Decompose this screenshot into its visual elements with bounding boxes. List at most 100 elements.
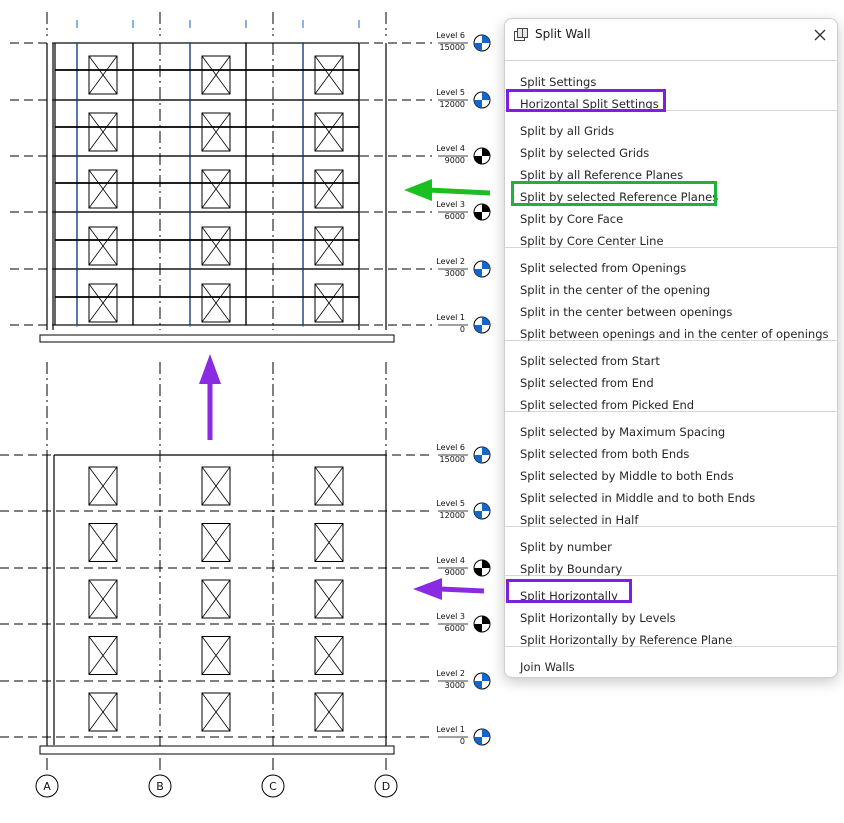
level-marker-quadrant [474, 455, 482, 463]
level-marker-icon [473, 559, 491, 577]
level-marker-icon [473, 728, 491, 746]
menu-item-split-selected-in-half[interactable]: Split selected in Half [520, 513, 638, 527]
window-opening [201, 169, 231, 209]
wall-segment [54, 155, 78, 213]
window-opening [201, 283, 231, 323]
level-marker-icon [473, 672, 491, 690]
window-opening [314, 523, 344, 562]
menu-item-split-selected-from-start[interactable]: Split selected from Start [520, 354, 660, 368]
arrow-shaft [427, 187, 491, 196]
window-opening [201, 579, 231, 619]
wall-segment [76, 99, 134, 157]
level-marker-quadrant [474, 511, 482, 519]
level-elevation: 12000 [440, 511, 465, 520]
menu-item-split-selected-by-middle-to-both-ends[interactable]: Split selected by Middle to both Ends [520, 469, 734, 483]
menu-item-split-horizontally-by-levels[interactable]: Split Horizontally by Levels [520, 611, 676, 625]
level-elevation: 9000 [445, 568, 465, 577]
grid-bubble: D [374, 774, 398, 798]
wall-segment [132, 99, 191, 157]
level-marker-icon [473, 91, 491, 109]
window-opening [201, 466, 231, 506]
wall-segment [245, 99, 304, 157]
level-name: Level 5 [436, 88, 465, 97]
close-icon[interactable] [809, 24, 831, 46]
window-opening [88, 169, 118, 209]
wall-segment [132, 155, 191, 213]
window-opening [314, 466, 344, 506]
menu-item-split-selected-by-maximum-spacing[interactable]: Split selected by Maximum Spacing [520, 425, 725, 439]
level-elevation: 9000 [445, 156, 465, 165]
level-marker-quadrant [482, 560, 490, 568]
level-marker-quadrant [474, 156, 482, 164]
window-opening [88, 55, 118, 95]
menu-item-split-by-all-reference-planes[interactable]: Split by all Reference Planes [520, 168, 683, 182]
wall-segment [54, 99, 78, 157]
window-opening [201, 112, 231, 152]
window-opening [201, 636, 231, 675]
level-marker-quadrant [474, 100, 482, 108]
menu-item-split-between-openings-and-in-the-center-of-openings[interactable]: Split between openings and in the center… [520, 327, 829, 341]
menu-item-split-selected-from-both-ends[interactable]: Split selected from both Ends [520, 447, 689, 461]
level-elevation: 3000 [445, 269, 465, 278]
menu-separator [505, 60, 837, 61]
menu-item-split-in-the-center-between-openings[interactable]: Split in the center between openings [520, 305, 732, 319]
level-elevation: 3000 [445, 681, 465, 690]
menu-item-split-horizontally[interactable]: Split Horizontally [520, 589, 618, 603]
menu-item-split-by-core-face[interactable]: Split by Core Face [520, 212, 623, 226]
purple-arrow-left-icon [413, 578, 485, 600]
menu-item-split-by-core-center-line[interactable]: Split by Core Center Line [520, 234, 664, 248]
split-wall-panel: Split Wall Split Settings Horizontal Spli… [504, 18, 838, 678]
window-opening [314, 692, 344, 732]
menu-item-split-selected-from-openings[interactable]: Split selected from Openings [520, 261, 686, 275]
grid-label: A [43, 780, 51, 793]
level-marker-quadrant [474, 568, 482, 576]
panel-title: Split Wall [535, 27, 591, 41]
window-opening [88, 112, 118, 152]
level-name: Level 2 [436, 257, 465, 266]
level-name: Level 1 [436, 313, 465, 322]
menu-item-split-by-all-grids[interactable]: Split by all Grids [520, 124, 614, 138]
level-marker-quadrant [482, 447, 490, 455]
window-opening [314, 283, 344, 323]
wall-segment [189, 155, 247, 213]
menu-item-split-by-number[interactable]: Split by number [520, 540, 612, 554]
level-marker-quadrant [474, 325, 482, 333]
purple-arrow-up-icon [199, 354, 221, 440]
level-name: Level 6 [436, 443, 465, 452]
level-marker-quadrant [482, 92, 490, 100]
window-opening [314, 636, 344, 675]
grid-bubble: B [148, 774, 172, 798]
menu-item-split-by-selected-reference-planes[interactable]: Split by selected Reference Planes [520, 190, 718, 204]
level-marker-quadrant [482, 35, 490, 43]
wall-segment [302, 99, 360, 157]
window-opening [88, 226, 118, 266]
window-opening [88, 579, 118, 619]
menu-item-join-walls[interactable]: Join Walls [520, 660, 575, 674]
menu-item-split-by-boundary[interactable]: Split by Boundary [520, 562, 622, 576]
menu-item-split-selected-from-picked-end[interactable]: Split selected from Picked End [520, 398, 694, 412]
grid-bubble: C [261, 774, 285, 798]
level-elevation: 15000 [440, 455, 465, 464]
arrow-head [199, 354, 221, 384]
arrow-head [413, 578, 442, 600]
level-marker-quadrant [482, 503, 490, 511]
level-marker-icon [473, 203, 491, 221]
wall-segment [189, 99, 247, 157]
wall-segment [302, 42, 360, 101]
wall-segment [245, 42, 304, 101]
level-marker-quadrant [482, 261, 490, 269]
wall-segment [302, 155, 360, 213]
level-elevation: 0 [460, 325, 465, 334]
menu-item-split-selected-from-end[interactable]: Split selected from End [520, 376, 654, 390]
menu-item-split-in-the-center-of-the-opening[interactable]: Split in the center of the opening [520, 283, 710, 297]
menu-item-split-horizontally-by-reference-plane[interactable]: Split Horizontally by Reference Plane [520, 633, 732, 647]
menu-item-horizontal-split-settings[interactable]: Horizontal Split Settings [520, 97, 659, 111]
menu-item-split-settings[interactable]: Split Settings [520, 75, 596, 89]
menu-item-split-selected-in-middle-and-to-both-ends[interactable]: Split selected in Middle and to both End… [520, 491, 755, 505]
foundation-slab [39, 334, 395, 343]
window-opening [201, 692, 231, 732]
level-name: Level 6 [436, 31, 465, 40]
level-marker-icon [473, 260, 491, 278]
menu-item-split-by-selected-grids[interactable]: Split by selected Grids [520, 146, 649, 160]
split-wall-app-icon [513, 27, 529, 43]
